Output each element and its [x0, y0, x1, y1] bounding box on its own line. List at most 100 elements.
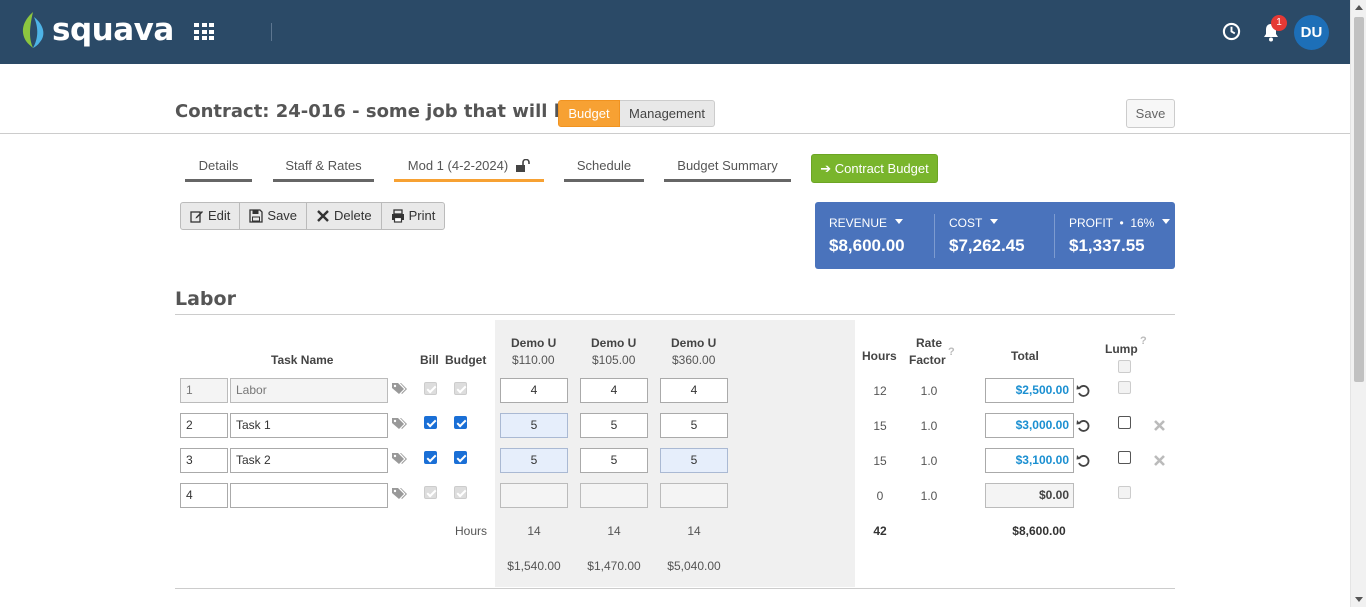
management-view-button[interactable]: Management	[620, 100, 715, 127]
lump-checkbox	[1118, 381, 1131, 394]
budget-checkbox	[454, 382, 467, 395]
staff-cost-total: $1,540.00	[507, 559, 561, 573]
staff-hours-input[interactable]: 5	[660, 448, 728, 473]
budget-checkbox[interactable]	[454, 451, 467, 464]
delete-button[interactable]: Delete	[307, 203, 382, 229]
apps-grid-icon[interactable]	[194, 23, 214, 41]
staff-hours-input[interactable]: 4	[660, 378, 728, 403]
task-name-input[interactable]: Task 2	[230, 448, 388, 473]
revenue-label-text: REVENUE	[829, 216, 888, 230]
tab-schedule[interactable]: Schedule	[564, 152, 644, 182]
profit-percent: 16%	[1130, 216, 1155, 230]
contract-budget-button[interactable]: ➔ Contract Budget	[811, 154, 938, 183]
staff-hours-input[interactable]: 5	[660, 413, 728, 438]
staff-rate: $105.00	[592, 353, 636, 367]
tags-icon[interactable]	[391, 487, 409, 501]
budget-view-button[interactable]: Budget	[558, 100, 620, 127]
row-total-input[interactable]: $3,000.00	[985, 413, 1074, 438]
bill-checkbox[interactable]	[424, 451, 437, 464]
tab-mod-1[interactable]: Mod 1 (4-2-2024)	[394, 152, 544, 182]
grand-hours-total: 42	[873, 524, 887, 538]
tab-details[interactable]: Details	[185, 152, 252, 182]
staff-hours-input[interactable]	[660, 483, 728, 508]
header-divider	[0, 133, 1350, 134]
bill-checkbox	[424, 486, 437, 499]
caret-down-icon	[990, 219, 999, 224]
task-name-input[interactable]	[230, 483, 388, 508]
unlock-icon[interactable]	[516, 159, 531, 172]
budget-checkbox	[454, 486, 467, 499]
arrow-right-icon: ➔	[820, 161, 832, 176]
save-label: Save	[267, 208, 298, 223]
rate-factor-header-line1: Rate	[916, 336, 943, 350]
staff-hours-total: 14	[687, 524, 701, 538]
tab-label: Schedule	[576, 158, 632, 173]
scroll-up-arrow-icon[interactable]	[1355, 5, 1363, 10]
cost-value: $7,262.45	[949, 236, 1025, 255]
row-number-input[interactable]: 4	[180, 483, 228, 508]
staff-hours-input[interactable]	[500, 483, 568, 508]
rate-factor-help-icon[interactable]: ?	[948, 346, 955, 358]
tags-icon[interactable]	[391, 417, 409, 431]
tags-icon[interactable]	[391, 382, 409, 396]
leaf-logo-icon	[22, 12, 44, 48]
lump-checkbox[interactable]	[1118, 451, 1131, 464]
staff-hours-input[interactable]: 4	[500, 378, 568, 403]
scroll-thumb[interactable]	[1354, 17, 1364, 382]
lump-help-icon[interactable]: ?	[1140, 335, 1147, 347]
row-number-input[interactable]: 3	[180, 448, 228, 473]
bill-header: Bill	[420, 353, 439, 367]
row-total-input[interactable]: $3,100.00	[985, 448, 1074, 473]
staff-hours-total: 14	[527, 524, 541, 538]
task-name-input: Labor	[230, 378, 388, 403]
undo-icon[interactable]	[1076, 383, 1091, 398]
budget-header: Budget	[445, 353, 487, 367]
rate-factor-header-line2: Factor	[909, 353, 946, 367]
staff-hours-input[interactable]: 5	[580, 448, 648, 473]
cost-label: COST	[949, 216, 999, 230]
user-avatar[interactable]: DU	[1294, 15, 1329, 50]
staff-hours-input[interactable]	[580, 483, 648, 508]
row-number-input[interactable]: 2	[180, 413, 228, 438]
save-contract-button[interactable]: Save	[1126, 99, 1175, 128]
edit-button[interactable]: Edit	[181, 203, 241, 229]
staff-hours-input[interactable]: 5	[580, 413, 648, 438]
tags-icon[interactable]	[391, 452, 409, 466]
tab-staff-rates[interactable]: Staff & Rates	[273, 152, 374, 182]
notification-badge: 1	[1271, 15, 1287, 31]
undo-icon[interactable]	[1076, 453, 1091, 468]
summary-separator	[1054, 214, 1055, 258]
section-divider	[175, 314, 1175, 315]
staff-name-header: Demo U	[511, 336, 557, 350]
action-toolbar: Edit Save Delete Print	[180, 202, 446, 230]
vertical-scrollbar[interactable]	[1350, 0, 1366, 607]
staff-hours-input[interactable]: 5	[500, 448, 568, 473]
staff-name-header: Demo U	[671, 336, 717, 350]
staff-hours-input[interactable]: 4	[580, 378, 648, 403]
staff-cost-total: $5,040.00	[667, 559, 721, 573]
row-hours: 12	[873, 384, 887, 398]
row-total-input: $0.00	[985, 483, 1074, 508]
staff-cost-total: $1,470.00	[587, 559, 641, 573]
lump-checkbox[interactable]	[1118, 416, 1131, 429]
staff-hours-input[interactable]: 5	[500, 413, 568, 438]
squava-logo[interactable]: squava	[20, 11, 174, 49]
print-label: Print	[408, 208, 436, 223]
row-total-input[interactable]: $2,500.00	[985, 378, 1074, 403]
remove-row-icon[interactable]	[1154, 455, 1165, 466]
top-navigation-bar: squava 1 DU	[0, 0, 1350, 64]
task-name-input[interactable]: Task 1	[230, 413, 388, 438]
staff-rate: $360.00	[672, 353, 716, 367]
tab-budget-summary[interactable]: Budget Summary	[664, 152, 791, 182]
clock-icon[interactable]	[1222, 22, 1241, 41]
topbar-divider	[271, 23, 272, 41]
scroll-down-arrow-icon[interactable]	[1355, 597, 1363, 602]
save-button[interactable]: Save	[240, 203, 308, 229]
print-button[interactable]: Print	[382, 203, 445, 229]
tab-label: Budget Summary	[677, 158, 778, 173]
remove-row-icon[interactable]	[1154, 420, 1165, 431]
lump-all-checkbox	[1118, 360, 1131, 373]
budget-checkbox[interactable]	[454, 416, 467, 429]
bill-checkbox[interactable]	[424, 416, 437, 429]
undo-icon[interactable]	[1076, 418, 1091, 433]
